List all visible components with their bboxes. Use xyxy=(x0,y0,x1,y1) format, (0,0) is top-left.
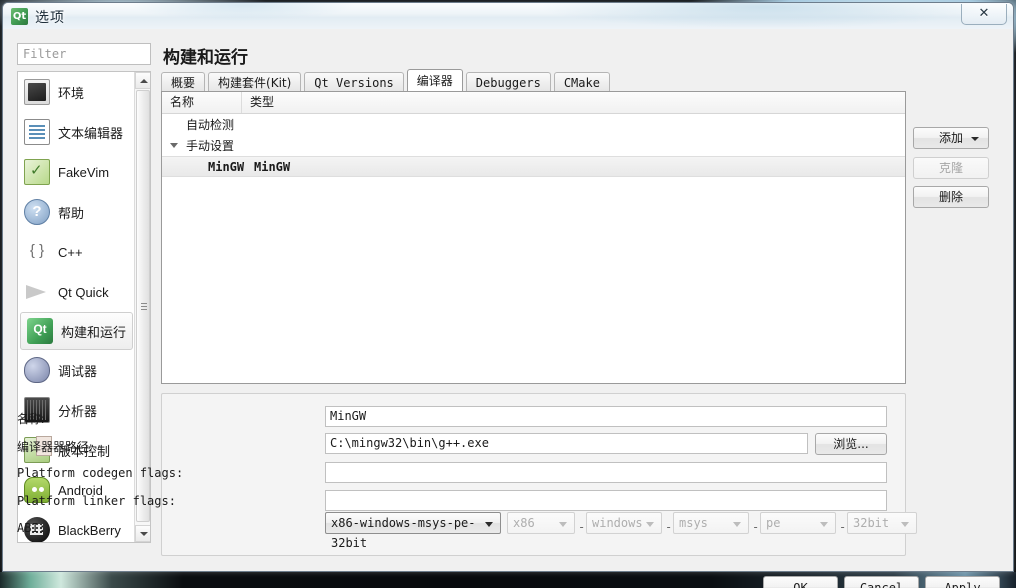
add-button-label: 添加 xyxy=(938,131,963,145)
sidebar-item-label: 环境 xyxy=(58,85,85,101)
sidebar-item-qt-quick[interactable]: Qt Quick xyxy=(18,272,135,312)
compiler-path-input[interactable]: C:\mingw32\bin\g++.exe xyxy=(325,433,808,454)
table-row[interactable]: 手动设置 xyxy=(162,135,905,156)
add-button[interactable]: 添加 xyxy=(913,127,989,149)
screen: Qt 选项 ✕ Filter 环境 文本编辑器 ✓ FakeVim ? 帮助 {… xyxy=(0,0,1016,588)
chevron-down-icon[interactable] xyxy=(170,143,178,148)
chevron-down-icon xyxy=(646,522,654,527)
column-header-name[interactable]: 名称 xyxy=(162,92,242,113)
debugger-icon xyxy=(24,357,50,383)
sidebar-item-label: 文本编辑器 xyxy=(58,125,124,141)
delete-button[interactable]: 删除 xyxy=(913,186,989,208)
codegen-flags-input[interactable] xyxy=(325,462,887,483)
sidebar-item-environment[interactable]: 环境 xyxy=(18,72,135,112)
clone-button[interactable]: 克隆 xyxy=(913,157,989,179)
abi-separator: - xyxy=(578,520,586,534)
scroll-down-icon[interactable] xyxy=(135,525,150,542)
tab-kits[interactable]: 构建套件(Kit) xyxy=(208,72,302,91)
abi-label: ABI: xyxy=(17,521,46,535)
abi-part-value: x86 xyxy=(513,516,535,530)
tab-qt-versions[interactable]: Qt Versions xyxy=(304,72,404,91)
abi-binary-format-combo[interactable]: pe xyxy=(760,512,836,534)
sidebar-item-build-run[interactable]: 构建和运行 xyxy=(20,312,133,350)
window-title: 选项 xyxy=(35,9,65,25)
table-row[interactable]: MinGW MinGW xyxy=(162,156,905,177)
name-label: 名称: xyxy=(17,412,45,426)
tab-cmake[interactable]: CMake xyxy=(553,72,610,91)
tab-overview[interactable]: 概要 xyxy=(161,72,206,91)
cell-type: MinGW xyxy=(254,159,291,174)
chevron-down-icon xyxy=(485,522,493,527)
help-icon xyxy=(24,199,50,225)
chevron-down-icon xyxy=(559,522,567,527)
column-header-type[interactable]: 类型 xyxy=(242,92,905,113)
abi-part-value: windows xyxy=(592,516,643,530)
sidebar-item-fakevim[interactable]: FakeVim xyxy=(18,152,135,192)
title-bar[interactable]: Qt 选项 ✕ xyxy=(3,3,1013,29)
tab-compilers[interactable]: 编译器 xyxy=(406,69,463,91)
abi-architecture-combo[interactable]: x86 xyxy=(507,512,575,534)
abi-word-width-combo[interactable]: 32bit xyxy=(847,512,917,534)
sidebar-item-label: 帮助 xyxy=(58,205,85,221)
sidebar-item-label: BlackBerry xyxy=(58,522,121,538)
codegen-flags-label: Platform codegen flags: xyxy=(17,466,184,480)
compiler-path-label: 编译器器路径: xyxy=(17,440,93,454)
cell-name: 自动检测 xyxy=(186,118,235,132)
sidebar-item-text-editor[interactable]: 文本编辑器 xyxy=(18,112,135,152)
sidebar-item-help[interactable]: 帮助 xyxy=(18,192,135,232)
cancel-button[interactable]: Cancel xyxy=(844,576,919,588)
sidebar-item-label: Qt Quick xyxy=(58,284,109,300)
apply-button[interactable]: Apply xyxy=(925,576,1000,588)
table-row[interactable]: 自动检测 xyxy=(162,114,905,135)
tab-debuggers[interactable]: Debuggers xyxy=(465,72,551,91)
chevron-down-icon xyxy=(901,522,909,527)
sidebar-item-label: 构建和运行 xyxy=(61,324,127,340)
filter-input[interactable]: Filter xyxy=(17,43,151,65)
abi-os-combo[interactable]: windows xyxy=(586,512,662,534)
sidebar-item-label: 分析器 xyxy=(58,403,98,419)
environment-icon xyxy=(24,79,50,105)
scrollbar-thumb[interactable] xyxy=(136,90,150,522)
sidebar-item-label: FakeVim xyxy=(58,164,110,180)
compilers-table: 名称 类型 自动检测 手动设置 MinGW MinGW xyxy=(161,91,906,384)
linker-flags-label: Platform linker flags: xyxy=(17,494,176,508)
page-title: 构建和运行 xyxy=(163,48,248,67)
chevron-down-icon xyxy=(820,522,828,527)
qt-logo-icon: Qt xyxy=(11,8,28,25)
sidebar-item-cpp[interactable]: C++ xyxy=(18,232,135,272)
close-icon[interactable]: ✕ xyxy=(961,4,1007,25)
scroll-up-icon[interactable] xyxy=(135,72,150,89)
chevron-down-icon xyxy=(971,137,979,141)
abi-part-value: 32bit xyxy=(853,516,890,530)
abi-separator: - xyxy=(839,520,847,534)
client-area: Filter 环境 文本编辑器 FakeVim xyxy=(3,29,1013,588)
cell-name: MinGW xyxy=(208,159,245,174)
ok-button[interactable]: OK xyxy=(763,576,838,588)
abi-part-value: pe xyxy=(766,516,781,530)
sidebar-item-debugger[interactable]: 调试器 xyxy=(18,350,135,390)
browse-button[interactable]: 浏览... xyxy=(815,433,887,455)
name-input[interactable]: MinGW xyxy=(325,406,887,427)
options-window: Qt 选项 ✕ Filter 环境 文本编辑器 ✓ FakeVim ? 帮助 {… xyxy=(2,2,1014,588)
table-header: 名称 类型 xyxy=(162,92,905,114)
fakevim-icon xyxy=(24,159,50,185)
tab-bar: 概要 构建套件(Kit) Qt Versions 编译器 Debuggers C… xyxy=(161,69,613,91)
cpp-icon xyxy=(24,239,50,265)
abi-separator: - xyxy=(752,520,760,534)
sidebar-item-label: C++ xyxy=(58,244,83,260)
chevron-down-icon xyxy=(733,522,741,527)
abi-os-flavor-combo[interactable]: msys xyxy=(673,512,749,534)
qt-quick-icon xyxy=(24,279,50,305)
linker-flags-input[interactable] xyxy=(325,490,887,511)
abi-separator: - xyxy=(665,520,673,534)
text-editor-icon xyxy=(24,119,50,145)
abi-combo[interactable]: x86-windows-msys-pe-32bit xyxy=(325,512,501,550)
build-run-icon xyxy=(27,318,53,344)
sidebar-item-label: 调试器 xyxy=(58,363,98,379)
abi-part-value: msys xyxy=(679,516,708,530)
